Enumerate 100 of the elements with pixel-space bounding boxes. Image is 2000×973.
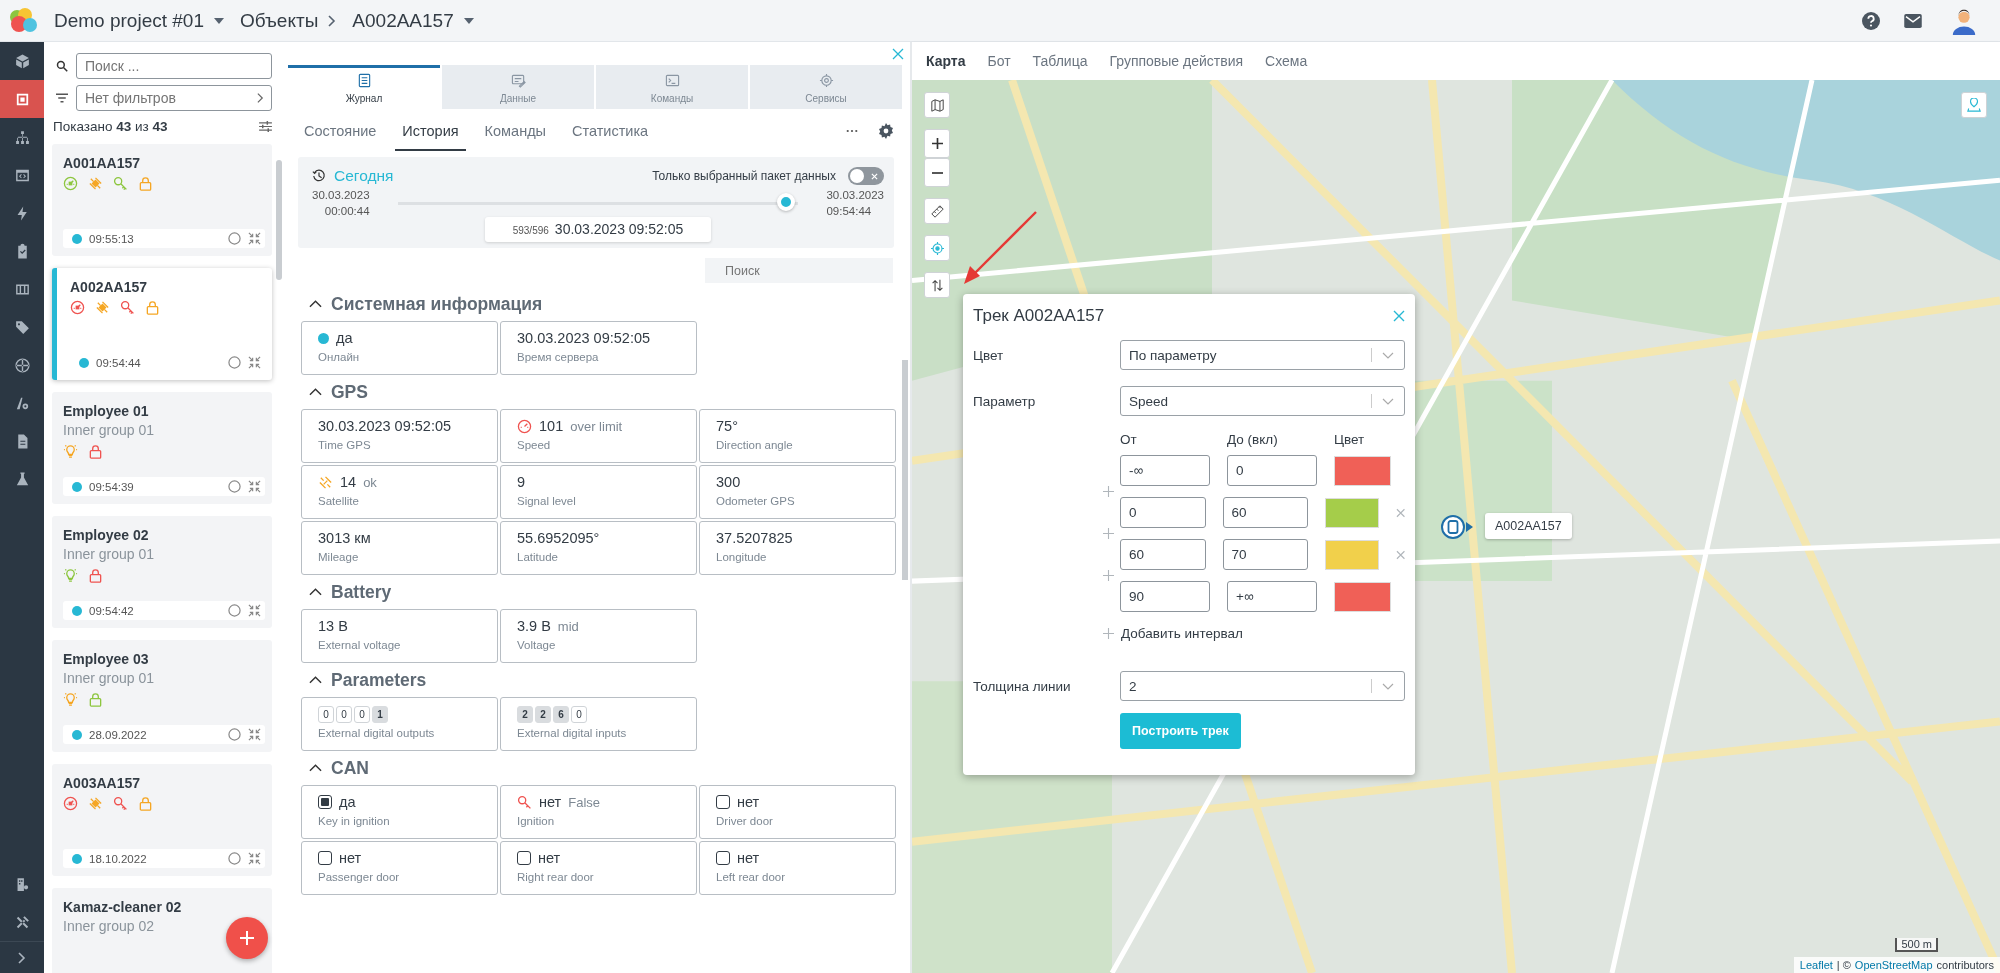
from-field[interactable]: 90: [1120, 581, 1210, 612]
select-field[interactable]: Speed: [1120, 386, 1405, 416]
section-title[interactable]: GPS: [331, 381, 368, 403]
cell-label: Время сервера: [517, 351, 600, 363]
checkbox[interactable]: [716, 851, 730, 865]
caret-icon[interactable]: [463, 17, 474, 24]
zoom-in-button[interactable]: [924, 129, 950, 158]
toggle-switch[interactable]: [848, 167, 884, 185]
collapse-icon[interactable]: [248, 480, 261, 493]
search-field[interactable]: Поиск: [705, 258, 893, 283]
x-icon: [871, 172, 878, 180]
scrollbar[interactable]: [276, 160, 282, 280]
settings-icon[interactable]: [878, 123, 894, 139]
help-icon[interactable]: [1862, 11, 1880, 30]
from-field[interactable]: 60: [1120, 539, 1206, 570]
circle-icon[interactable]: [228, 852, 241, 865]
zoom-out-button[interactable]: [924, 158, 950, 187]
close-icon[interactable]: [1393, 310, 1405, 322]
circle-icon[interactable]: [228, 480, 241, 493]
breadcrumb-link[interactable]: Объекты: [239, 9, 319, 32]
vehicle-marker-icon[interactable]: [1440, 514, 1474, 540]
subtab[interactable]: Статистика: [565, 111, 656, 151]
cell-label: Longitude: [716, 551, 768, 563]
from-field[interactable]: -∞: [1120, 455, 1210, 486]
collapse-icon[interactable]: [248, 604, 261, 617]
collapse-icon[interactable]: [248, 852, 261, 865]
cell-label: Signal level: [517, 495, 577, 507]
to-field[interactable]: 60: [1222, 497, 1309, 528]
checkbox[interactable]: [716, 795, 730, 809]
circle-icon[interactable]: [228, 604, 241, 617]
checkbox[interactable]: [318, 851, 332, 865]
circle-icon[interactable]: [228, 356, 241, 369]
section-title[interactable]: Системная информация: [331, 293, 543, 315]
chevron-icon[interactable]: [309, 388, 322, 396]
to-field[interactable]: +∞: [1227, 581, 1317, 612]
color-swatch[interactable]: [1334, 581, 1391, 612]
chevron-icon[interactable]: [309, 300, 322, 308]
from-field[interactable]: 0: [1120, 497, 1206, 528]
collapse-icon[interactable]: [248, 356, 261, 369]
history-icon[interactable]: [312, 169, 326, 183]
breadcrumb-current[interactable]: A002AA157: [352, 9, 454, 32]
filter-field[interactable]: Нет фильтров: [76, 85, 272, 111]
mail-icon[interactable]: [1904, 13, 1922, 28]
search-field[interactable]: Поиск ...: [76, 53, 272, 79]
swap-arrows-icon: [930, 278, 944, 292]
view-tab[interactable]: Карта: [926, 53, 966, 69]
subtab[interactable]: История: [395, 111, 466, 151]
marker-label: A002AA157: [1485, 513, 1572, 539]
circle-icon[interactable]: [228, 232, 241, 245]
collapse-icon[interactable]: [248, 728, 261, 741]
color-swatch[interactable]: [1325, 539, 1379, 570]
track-button[interactable]: [924, 272, 950, 298]
object-card[interactable]: Kamaz-cleaner 02 Inner group 02: [52, 888, 272, 973]
ruler-button[interactable]: [924, 198, 950, 224]
add-interval-link[interactable]: Добавить интервал: [1121, 626, 1243, 641]
chevron-icon[interactable]: [309, 676, 322, 684]
scrollbar[interactable]: [902, 360, 908, 580]
color-swatch[interactable]: [1334, 455, 1391, 486]
object-card[interactable]: Employee 03 Inner group 01 28.09.2022: [52, 640, 272, 752]
circle-icon[interactable]: [228, 728, 241, 741]
section-title[interactable]: CAN: [331, 757, 369, 779]
color-swatch[interactable]: [1325, 497, 1379, 528]
chevron-icon[interactable]: [309, 764, 322, 772]
close-icon[interactable]: [892, 47, 904, 60]
view-tab[interactable]: Групповые действия: [1109, 53, 1244, 69]
leaflet-link[interactable]: Leaflet: [1799, 959, 1833, 971]
slider-thumb[interactable]: [777, 193, 796, 211]
view-tab[interactable]: Схема: [1265, 53, 1308, 69]
object-card[interactable]: Employee 02 Inner group 01 09:54:42: [52, 516, 272, 628]
to-field[interactable]: 0: [1227, 455, 1317, 486]
cell-label: Ignition: [517, 815, 556, 827]
chevron-right-icon[interactable]: [257, 92, 264, 104]
section-title[interactable]: Parameters: [331, 669, 427, 691]
section-title[interactable]: Battery: [331, 581, 392, 603]
more-icon[interactable]: [846, 129, 858, 133]
object-card[interactable]: A003AA157 18.10.2022: [52, 764, 272, 876]
chevron-icon[interactable]: [309, 588, 322, 596]
object-card[interactable]: Employee 01 Inner group 01 09:54:39: [52, 392, 272, 504]
osm-link[interactable]: OpenStreetMap: [1854, 959, 1933, 971]
collapse-icon[interactable]: [248, 232, 261, 245]
cell-value: 3.9 В: [517, 618, 551, 634]
map-layers-button[interactable]: [924, 92, 950, 118]
view-tab[interactable]: Бот: [987, 53, 1011, 69]
object-group: Inner group 01: [63, 668, 265, 688]
select-field[interactable]: По параметру: [1120, 340, 1405, 370]
locate-button[interactable]: [924, 235, 950, 261]
sliders-icon[interactable]: [259, 121, 272, 132]
subtab[interactable]: Команды: [477, 111, 554, 151]
checkbox[interactable]: [318, 795, 332, 809]
to-field[interactable]: 70: [1222, 539, 1309, 570]
object-card[interactable]: A001AA157 09:55:13: [52, 144, 272, 256]
caret-icon[interactable]: [213, 17, 224, 24]
project-name[interactable]: Demo project #01: [54, 9, 204, 32]
subtab[interactable]: Состояние: [297, 111, 384, 151]
nav-item[interactable]: [0, 80, 44, 118]
select-field[interactable]: 2: [1120, 671, 1405, 701]
object-card[interactable]: A002AA157 09:54:44: [52, 268, 272, 380]
last-update-time: 09:54:39: [89, 480, 134, 493]
view-tab[interactable]: Таблица: [1032, 53, 1088, 69]
checkbox[interactable]: [517, 851, 531, 865]
